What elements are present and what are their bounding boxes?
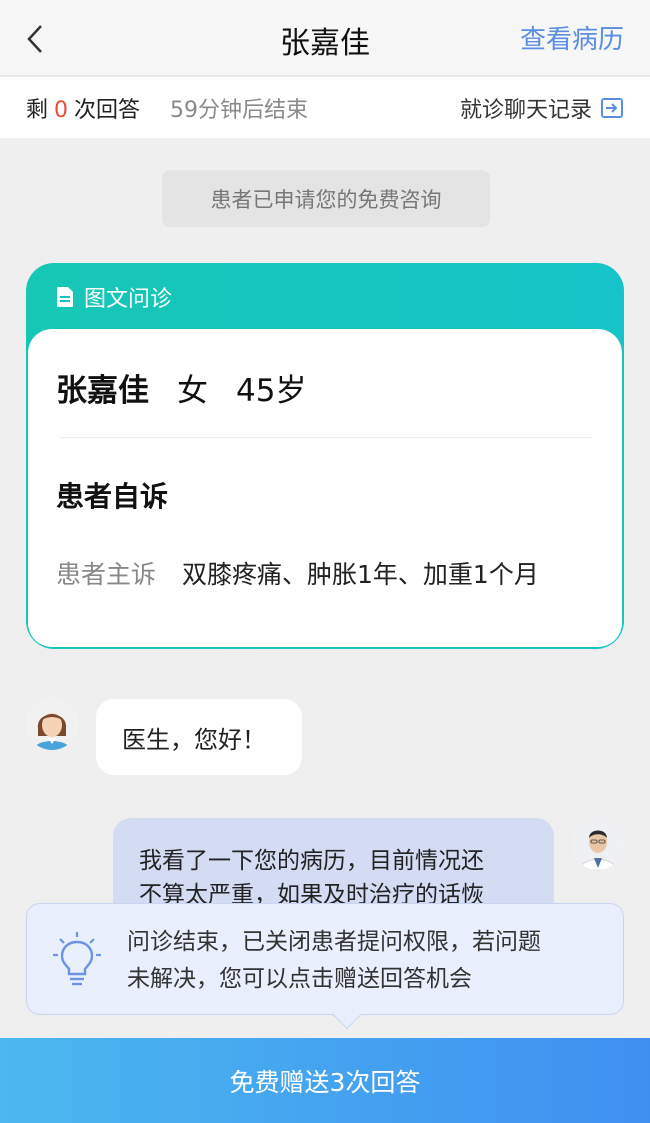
doctor-avatar-icon — [572, 818, 624, 870]
doctor-message-line1: 我看了一下您的病历，目前情况还 — [139, 848, 484, 874]
card-body: 张嘉佳 女 45岁 患者自诉 患者主诉 双膝疼痛、肿胀1年、加重1个月 — [28, 329, 622, 647]
remaining-answers: 剩 0 次回答 — [26, 92, 140, 124]
complaint-value: 双膝疼痛、肿胀1年、加重1个月 — [182, 560, 539, 589]
remain-count: 0 — [54, 98, 69, 123]
view-records-link[interactable]: 查看病历 — [520, 19, 624, 56]
doctor-avatar[interactable] — [572, 818, 624, 870]
consult-ended-tooltip: 问诊结束，已关闭患者提问权限，若问题 未解决，您可以点击赠送回答机会 — [26, 903, 624, 1030]
tooltip-line2: 未解决，您可以点击赠送回答机会 — [127, 966, 472, 992]
gift-answers-button[interactable]: 免费赠送3次回答 — [0, 1038, 650, 1123]
tooltip-line1: 问诊结束，已关闭患者提问权限，若问题 — [127, 929, 541, 955]
card-title: 图文问诊 — [84, 287, 173, 312]
patient-name: 张嘉佳 — [56, 373, 149, 409]
patient-avatar-icon — [26, 698, 78, 750]
consult-status-bar: 剩 0 次回答 59分钟后结束 就诊聊天记录 — [0, 77, 650, 138]
system-notice: 患者已申请您的免费咨询 — [162, 170, 490, 227]
chat-log-label: 就诊聊天记录 — [459, 98, 592, 123]
remain-prefix: 剩 — [26, 98, 49, 123]
patient-avatar[interactable] — [26, 698, 78, 750]
remain-suffix: 次回答 — [74, 98, 141, 123]
tooltip-arrow — [332, 1000, 362, 1030]
consult-card[interactable]: 图文问诊 张嘉佳 女 45岁 患者自诉 患者主诉 双膝疼痛、肿胀1年、加重1个月 — [26, 263, 624, 649]
complaint-label: 患者主诉 — [56, 560, 157, 589]
patient-age: 45岁 — [236, 373, 307, 409]
divider — [60, 437, 592, 438]
lightbulb-icon — [53, 932, 101, 986]
section-title: 患者自诉 — [56, 480, 169, 513]
patient-message: 医生，您好！ — [96, 699, 302, 775]
document-icon — [57, 287, 73, 307]
nav-header: 张嘉佳 查看病历 — [0, 0, 650, 76]
tooltip-text: 问诊结束，已关闭患者提问权限，若问题 未解决，您可以点击赠送回答机会 — [127, 924, 607, 998]
chief-complaint: 患者主诉 双膝疼痛、肿胀1年、加重1个月 — [56, 555, 539, 591]
countdown-text: 59分钟后结束 — [170, 98, 308, 123]
patient-gender: 女 — [177, 373, 208, 409]
patient-info: 张嘉佳 女 45岁 — [56, 365, 306, 410]
chat-log-link[interactable]: 就诊聊天记录 — [460, 92, 624, 124]
exit-arrow-icon — [601, 98, 623, 118]
card-header: 图文问诊 — [28, 265, 622, 329]
